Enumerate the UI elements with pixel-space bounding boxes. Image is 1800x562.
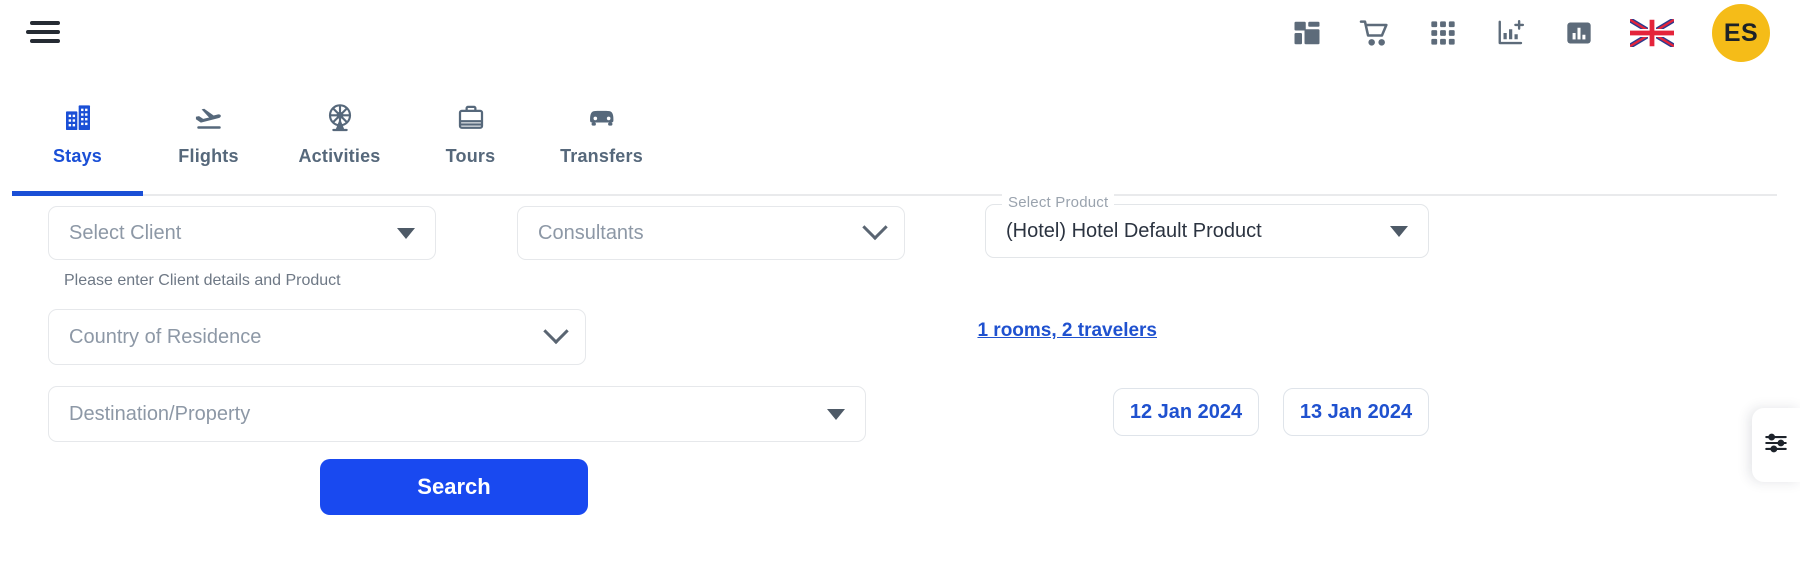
add-report-icon[interactable] <box>1494 16 1528 50</box>
hotel-building-icon <box>62 102 94 134</box>
select-product-value: (Hotel) Hotel Default Product <box>1006 219 1262 242</box>
app-root: ES Stays Flights Activities Tours Transf… <box>0 0 1800 562</box>
avatar-initials: ES <box>1723 18 1759 47</box>
shopping-cart-icon[interactable] <box>1358 16 1392 50</box>
select-product-label: Select Product <box>1002 194 1115 211</box>
rooms-travelers-link[interactable]: 1 rooms, 2 travelers <box>977 320 1157 342</box>
chevron-down-icon <box>1390 225 1408 237</box>
ferris-wheel-icon <box>324 102 356 134</box>
avatar[interactable]: ES <box>1712 4 1770 62</box>
dashboard-grid-icon[interactable] <box>1290 16 1324 50</box>
tab-label: Activities <box>298 146 381 166</box>
chevron-down-icon <box>862 214 888 241</box>
consultants-dropdown[interactable]: Consultants <box>517 206 905 260</box>
destination-property-input[interactable]: Destination/Property <box>48 386 866 442</box>
client-helper-text: Please enter Client details and Product <box>64 272 341 289</box>
consultants-placeholder: Consultants <box>538 221 644 244</box>
checkin-date-button[interactable]: 12 Jan 2024 <box>1113 388 1259 436</box>
top-bar: ES <box>0 0 1800 66</box>
briefcase-icon <box>456 102 486 134</box>
chevron-down-icon <box>543 318 569 345</box>
filter-settings-tab[interactable] <box>1752 408 1800 482</box>
top-bar-icons: ES <box>1290 0 1770 66</box>
product-tabs: Stays Flights Activities Tours Transfers <box>12 90 1777 196</box>
tab-label: Transfers <box>560 146 643 166</box>
select-client-dropdown[interactable]: Select Client <box>48 206 436 260</box>
airplane-landing-icon <box>192 102 226 134</box>
select-product-dropdown[interactable]: Select Product (Hotel) Hotel Default Pro… <box>985 194 1429 258</box>
country-placeholder: Country of Residence <box>69 325 262 348</box>
car-icon <box>585 102 619 134</box>
select-client-placeholder: Select Client <box>69 221 182 244</box>
tab-label: Flights <box>178 146 239 166</box>
bar-chart-icon[interactable] <box>1562 16 1596 50</box>
tab-stays[interactable]: Stays <box>12 90 143 196</box>
search-form: Select Client Consultants Select Product… <box>0 194 1800 562</box>
tab-activities[interactable]: Activities <box>274 90 405 194</box>
tab-label: Stays <box>52 146 103 166</box>
country-of-residence-dropdown[interactable]: Country of Residence <box>48 309 586 365</box>
sliders-filter-icon <box>1763 430 1789 461</box>
search-button[interactable]: Search <box>320 459 588 515</box>
uk-flag-icon[interactable] <box>1630 18 1674 48</box>
checkout-date-button[interactable]: 13 Jan 2024 <box>1283 388 1429 436</box>
chevron-down-icon <box>397 227 415 239</box>
chevron-down-icon <box>827 408 845 420</box>
tab-tours[interactable]: Tours <box>405 90 536 194</box>
tab-flights[interactable]: Flights <box>143 90 274 194</box>
tab-transfers[interactable]: Transfers <box>536 90 667 194</box>
hamburger-menu-icon[interactable] <box>26 16 60 48</box>
tab-label: Tours <box>445 146 496 166</box>
destination-placeholder: Destination/Property <box>69 402 251 425</box>
apps-grid-icon[interactable] <box>1426 16 1460 50</box>
